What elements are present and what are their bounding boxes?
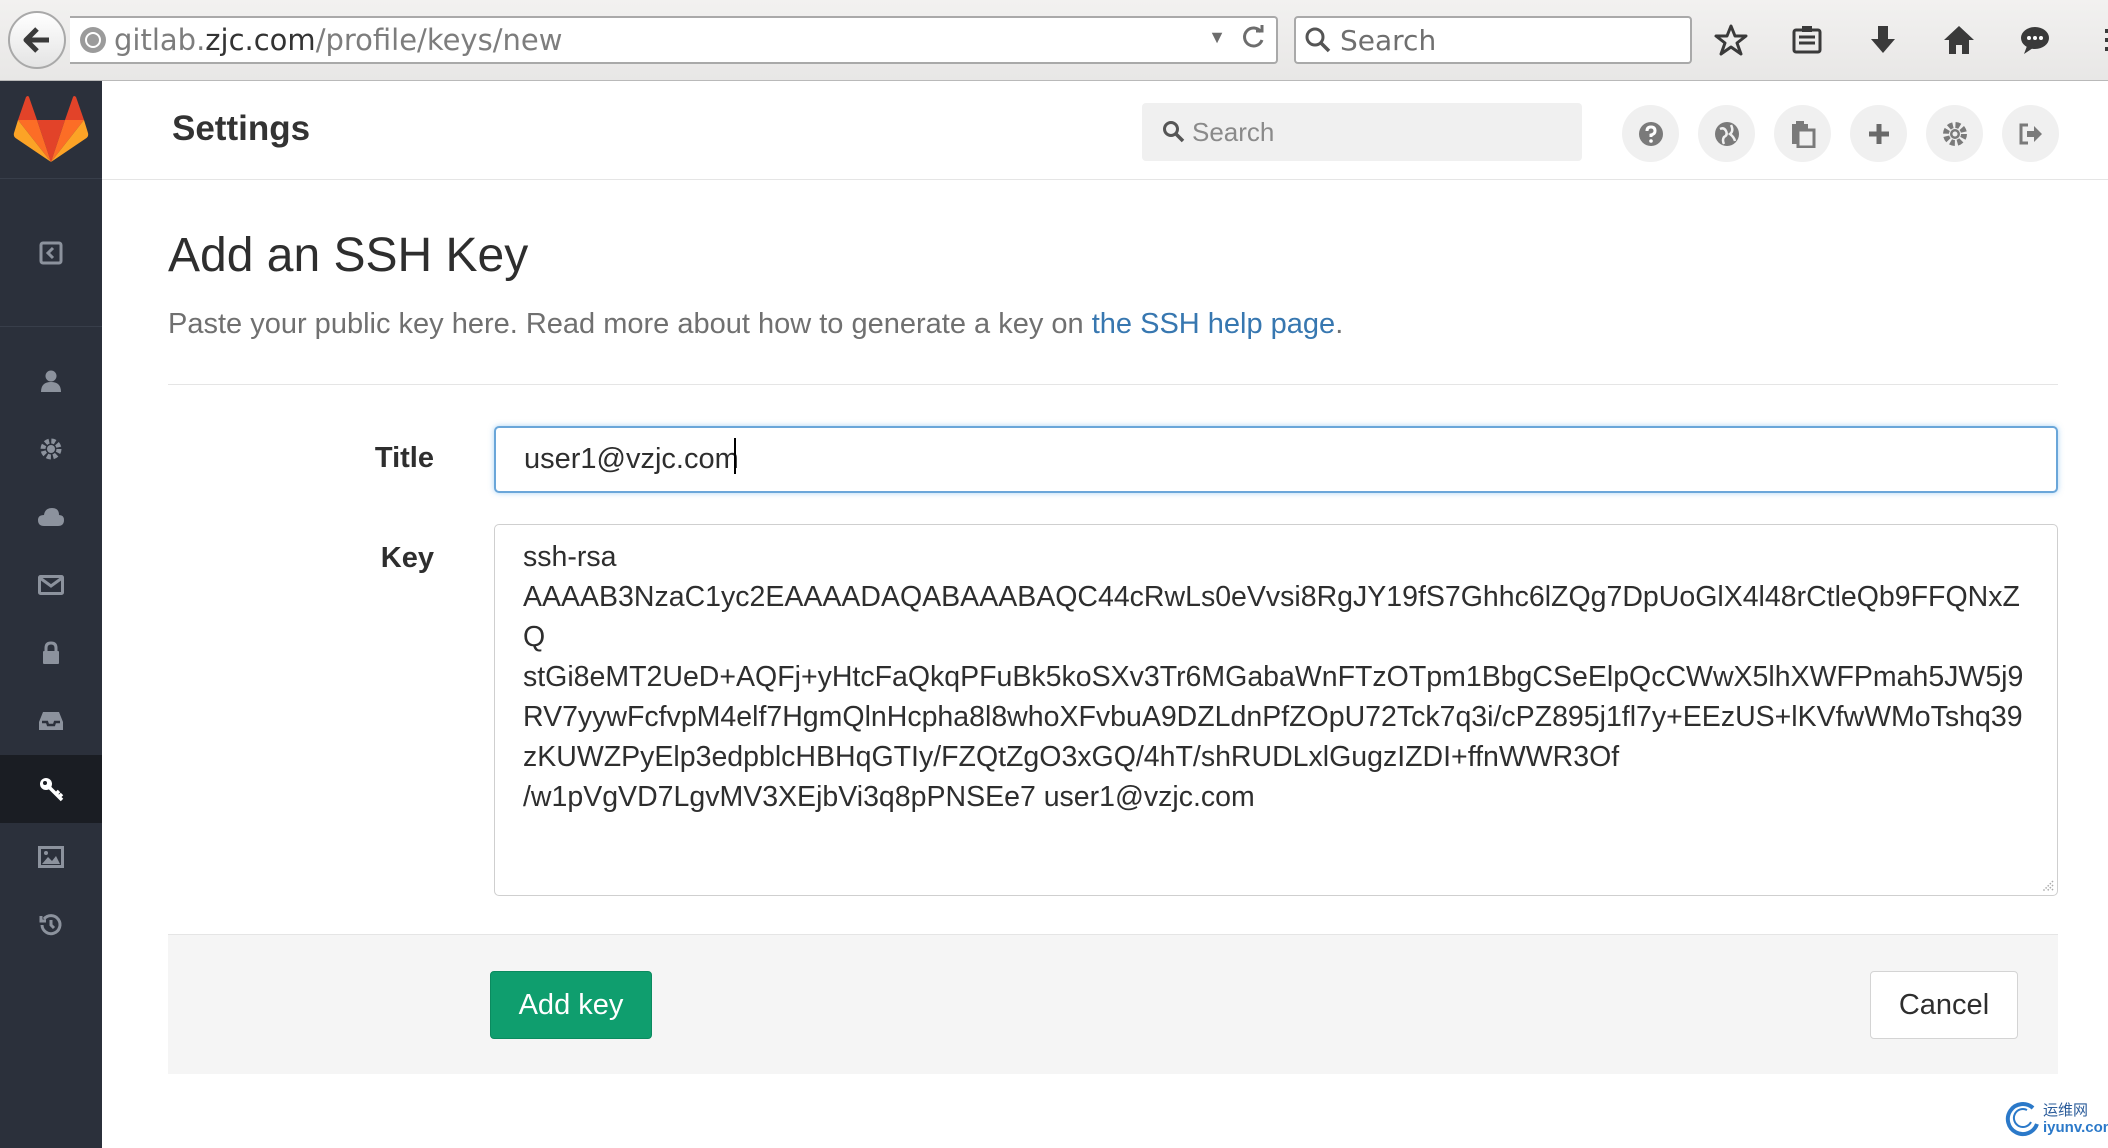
question-circle-icon xyxy=(1638,121,1663,146)
sidebar-collapse-toggle[interactable] xyxy=(0,179,102,327)
reload-icon[interactable] xyxy=(1240,24,1266,50)
envelope-icon xyxy=(38,575,64,595)
form-actions: Add key Cancel xyxy=(168,934,2058,1074)
history-icon xyxy=(39,914,62,936)
back-button[interactable] xyxy=(8,11,66,69)
sidebar-item-applications[interactable] xyxy=(0,483,102,551)
browser-search-field[interactable]: Search xyxy=(1294,16,1692,64)
bookmark-star-icon[interactable] xyxy=(1712,18,1750,62)
sidebar-item-audit-log[interactable] xyxy=(0,891,102,959)
search-input[interactable]: Search xyxy=(1142,103,1582,161)
browser-toolbar: gitlab.zjc.com/profile/keys/new ▼ Search xyxy=(0,0,2108,81)
globe-icon xyxy=(80,27,106,53)
lead-end: . xyxy=(1335,308,1344,340)
site-watermark: 运维网 iyunv.com xyxy=(2003,1100,2108,1138)
help-button[interactable] xyxy=(1622,105,1679,162)
lock-icon xyxy=(43,641,59,664)
gitlab-logo[interactable] xyxy=(0,81,102,179)
sidebar-item-profile[interactable] xyxy=(0,347,102,415)
watermark-logo-icon xyxy=(2005,1102,2039,1137)
dropdown-arrow-icon[interactable]: ▼ xyxy=(1208,27,1226,48)
watermark-line1: 运维网 xyxy=(2043,1102,2089,1119)
sign-out-icon xyxy=(2019,123,2042,144)
back-arrow-icon xyxy=(23,27,49,53)
key-textarea[interactable]: ssh-rsa AAAAB3NzaC1yc2EAAAADAQABAAABAQC4… xyxy=(494,524,2058,896)
globe-icon xyxy=(1714,121,1739,146)
sidebar-item-notifications[interactable] xyxy=(0,687,102,755)
user-icon xyxy=(41,370,61,392)
sidebar xyxy=(0,81,102,1148)
search-placeholder: Search xyxy=(1192,116,1275,147)
key-icon xyxy=(40,778,64,802)
cloud-icon xyxy=(38,508,64,526)
browser-search-placeholder: Search xyxy=(1340,23,1437,57)
key-label: Key xyxy=(380,542,434,574)
clipboard-icon xyxy=(1791,120,1815,148)
download-icon[interactable] xyxy=(1864,18,1902,62)
header: Settings Search xyxy=(102,81,2108,180)
text-caret xyxy=(734,438,736,474)
search-icon xyxy=(1305,27,1331,53)
snippets-button[interactable] xyxy=(1774,105,1831,162)
cancel-button[interactable]: Cancel xyxy=(1870,971,2018,1039)
inbox-icon xyxy=(39,712,63,730)
sidebar-item-account[interactable] xyxy=(0,415,102,483)
menu-icon[interactable] xyxy=(2092,18,2108,62)
url-text: gitlab.zjc.com/profile/keys/new xyxy=(114,23,563,57)
title-input[interactable] xyxy=(494,426,2058,493)
divider xyxy=(168,384,2058,385)
ssh-help-link[interactable]: the SSH help page xyxy=(1092,308,1335,340)
admin-settings-button[interactable] xyxy=(1926,105,1983,162)
ssh-key-description: Paste your public key here. Read more ab… xyxy=(168,308,1343,341)
reading-list-icon[interactable] xyxy=(1788,18,1826,62)
gear-icon xyxy=(1942,121,1967,146)
sidebar-item-ssh-keys[interactable] xyxy=(0,755,102,823)
sidebar-item-preferences[interactable] xyxy=(0,823,102,891)
add-key-button[interactable]: Add key xyxy=(490,971,652,1039)
gear-icon xyxy=(40,438,62,460)
title-label: Title xyxy=(374,442,434,474)
lead-text: Paste your public key here. Read more ab… xyxy=(168,308,1092,340)
resize-grip-icon[interactable] xyxy=(2038,876,2054,892)
sidebar-item-emails[interactable] xyxy=(0,551,102,619)
page-title: Settings xyxy=(172,109,311,148)
new-project-button[interactable] xyxy=(1850,105,1907,162)
sign-out-button[interactable] xyxy=(2002,105,2059,162)
search-icon xyxy=(1163,121,1185,143)
home-icon[interactable] xyxy=(1940,18,1978,62)
image-icon xyxy=(38,846,64,868)
gitlab-fox-icon xyxy=(13,95,89,162)
plus-icon xyxy=(1868,123,1889,144)
explore-button[interactable] xyxy=(1698,105,1755,162)
chat-icon[interactable] xyxy=(2016,18,2054,62)
sidebar-item-password[interactable] xyxy=(0,619,102,687)
address-bar[interactable]: gitlab.zjc.com/profile/keys/new ▼ xyxy=(70,16,1278,64)
collapse-icon xyxy=(39,241,63,264)
watermark-line2: iyunv.com xyxy=(2043,1119,2108,1136)
ssh-key-heading: Add an SSH Key xyxy=(168,229,529,282)
